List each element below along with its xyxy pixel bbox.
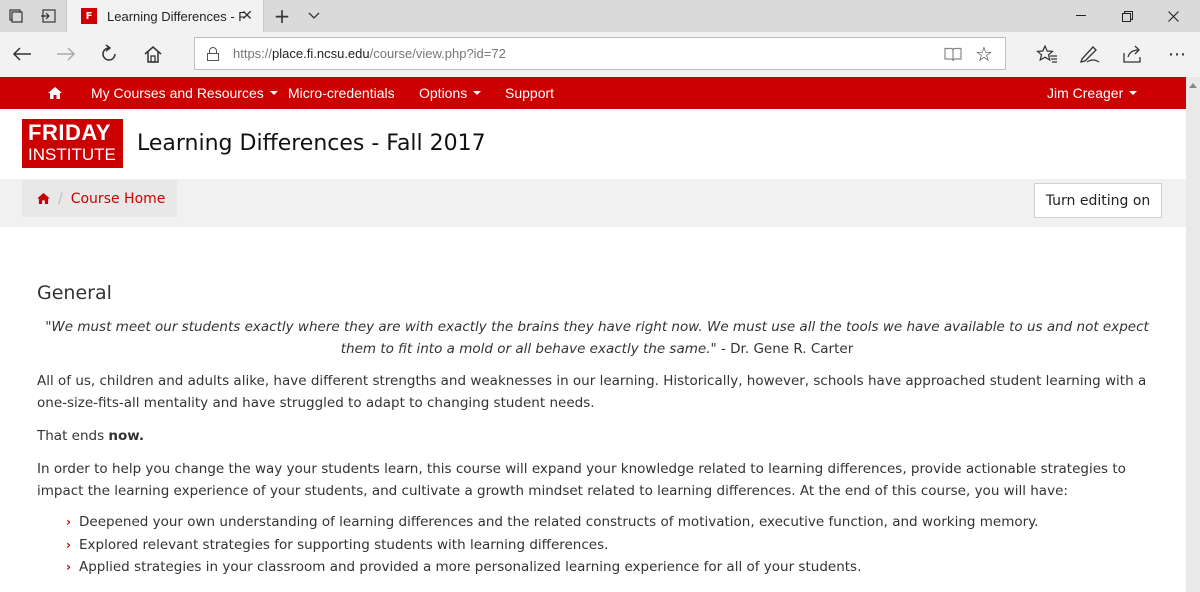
- bullet-arrow-icon: ›: [66, 560, 71, 574]
- pen-notes-icon[interactable]: [1073, 38, 1107, 70]
- tab-title: Learning Differences - F: [107, 8, 245, 24]
- nav-micro-credentials[interactable]: Micro-credentials: [288, 77, 395, 109]
- intro-paragraph: All of us, children and adults alike, ha…: [37, 373, 1147, 411]
- emphasis-paragraph: That ends now.: [37, 428, 145, 444]
- home-icon[interactable]: [37, 193, 50, 204]
- favorite-star-icon[interactable]: ☆: [973, 42, 995, 66]
- user-menu[interactable]: Jim Creager: [1047, 77, 1138, 109]
- home-icon[interactable]: [136, 38, 170, 70]
- caret-down-icon: [269, 91, 278, 95]
- caret-down-icon: [1129, 91, 1138, 95]
- bullet-arrow-icon: ›: [66, 515, 71, 529]
- close-window-icon[interactable]: [1150, 0, 1196, 32]
- home-icon[interactable]: [48, 77, 62, 109]
- friday-institute-logo[interactable]: FRIDAY INSTITUTE: [22, 119, 123, 168]
- breadcrumb: / Course Home: [22, 180, 177, 217]
- scroll-up-icon[interactable]: [1189, 83, 1197, 88]
- site-favicon-icon: F: [81, 8, 97, 24]
- course-section-general: General "We must meet our students exact…: [37, 280, 1157, 579]
- new-tab-icon[interactable]: +: [266, 0, 298, 32]
- chevron-down-icon[interactable]: [298, 0, 330, 32]
- page-scrollbar[interactable]: [1186, 77, 1200, 592]
- browser-tab-active[interactable]: F Learning Differences - F ✕: [66, 0, 264, 32]
- set-tabs-aside-icon[interactable]: [32, 0, 64, 32]
- nav-my-courses[interactable]: My Courses and Resources: [91, 77, 278, 109]
- caret-down-icon: [473, 91, 482, 95]
- favorites-hub-icon[interactable]: [1030, 38, 1064, 70]
- list-item: › Deepened your own understanding of lear…: [37, 511, 1157, 534]
- list-item: › Explored relevant strategies for suppor…: [37, 534, 1157, 557]
- quote-author: - Dr. Gene R. Carter: [721, 341, 854, 357]
- bullet-arrow-icon: ›: [66, 537, 71, 552]
- share-icon[interactable]: [1116, 38, 1150, 70]
- reading-view-icon[interactable]: [943, 44, 963, 64]
- page-title: Learning Differences - Fall 2017: [137, 131, 486, 156]
- minimize-window-icon[interactable]: [1058, 0, 1104, 32]
- more-options-icon[interactable]: ⋯: [1160, 38, 1194, 70]
- back-icon[interactable]: [5, 38, 39, 70]
- forward-icon[interactable]: [49, 38, 83, 70]
- refresh-icon[interactable]: [92, 38, 126, 70]
- lock-icon: [207, 46, 219, 61]
- quote: "We must meet our students exactly where…: [37, 316, 1157, 360]
- breadcrumb-separator: /: [58, 190, 63, 207]
- browser-address-bar: https://place.fi.ncsu.edu/course/view.ph…: [0, 32, 1200, 77]
- list-item: › Applied strategies in your classroom an…: [37, 556, 1157, 579]
- nav-support[interactable]: Support: [505, 77, 554, 109]
- restore-window-icon[interactable]: [1104, 0, 1150, 32]
- url-text: https://place.fi.ncsu.edu/course/view.ph…: [233, 46, 506, 61]
- objectives-list: › Deepened your own understanding of lear…: [37, 511, 1157, 579]
- address-input[interactable]: https://place.fi.ncsu.edu/course/view.ph…: [194, 37, 1006, 70]
- breadcrumb-bar: [0, 179, 1186, 227]
- tab-actions-icon[interactable]: [0, 0, 32, 32]
- site-navbar: My Courses and Resources Micro-credentia…: [0, 77, 1186, 109]
- quote-text: "We must meet our students exactly where…: [45, 319, 1149, 357]
- browser-tab-bar: F Learning Differences - F ✕ +: [0, 0, 1200, 32]
- objectives-paragraph: In order to help you change the way your…: [37, 461, 1126, 499]
- close-tab-icon[interactable]: ✕: [239, 8, 255, 24]
- breadcrumb-course-home[interactable]: Course Home: [71, 191, 166, 207]
- nav-options[interactable]: Options: [419, 77, 482, 109]
- section-heading: General: [37, 282, 112, 304]
- turn-editing-on-button[interactable]: Turn editing on: [1034, 183, 1162, 218]
